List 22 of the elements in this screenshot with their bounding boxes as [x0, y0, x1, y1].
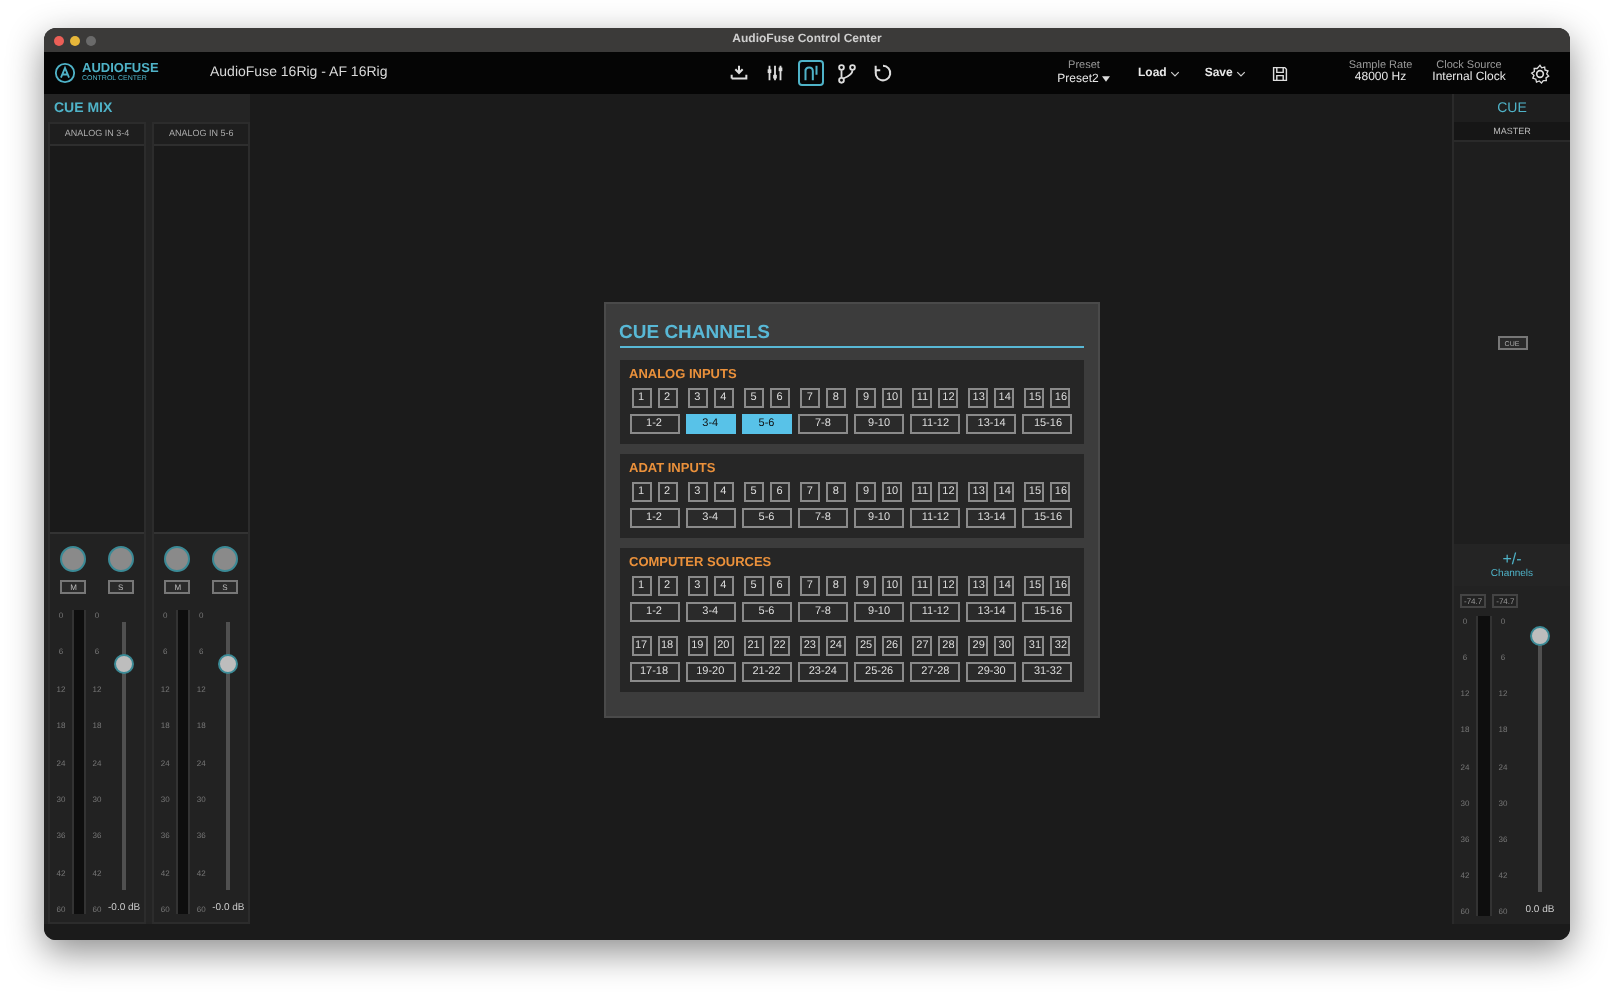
sync-view-button[interactable] [870, 60, 896, 86]
pan-knob[interactable] [107, 546, 134, 572]
cue-view-button[interactable] [798, 60, 824, 86]
fader-handle[interactable] [114, 654, 135, 675]
fader-handle[interactable] [218, 654, 239, 675]
io-view-button[interactable] [726, 60, 752, 86]
pan-knob[interactable] [60, 546, 87, 572]
mixer-view-button[interactable] [762, 60, 788, 86]
chevron-down-icon [1236, 69, 1247, 77]
save-icon[interactable] [1272, 65, 1289, 81]
routing-view-button[interactable] [834, 60, 860, 86]
close-icon[interactable] [54, 35, 64, 45]
pan-knob[interactable] [164, 546, 191, 572]
pan-knob[interactable] [211, 546, 238, 572]
dialog-title: CUE CHANNELS [619, 321, 1083, 347]
mode-symbol: +/- [1502, 550, 1522, 568]
fader-handle[interactable] [1530, 625, 1550, 646]
logo-icon [54, 62, 76, 84]
minimize-icon[interactable] [70, 35, 80, 45]
chevron-down-icon [1170, 69, 1181, 77]
settings-icon[interactable] [1529, 63, 1550, 83]
caret-icon [1102, 76, 1111, 83]
